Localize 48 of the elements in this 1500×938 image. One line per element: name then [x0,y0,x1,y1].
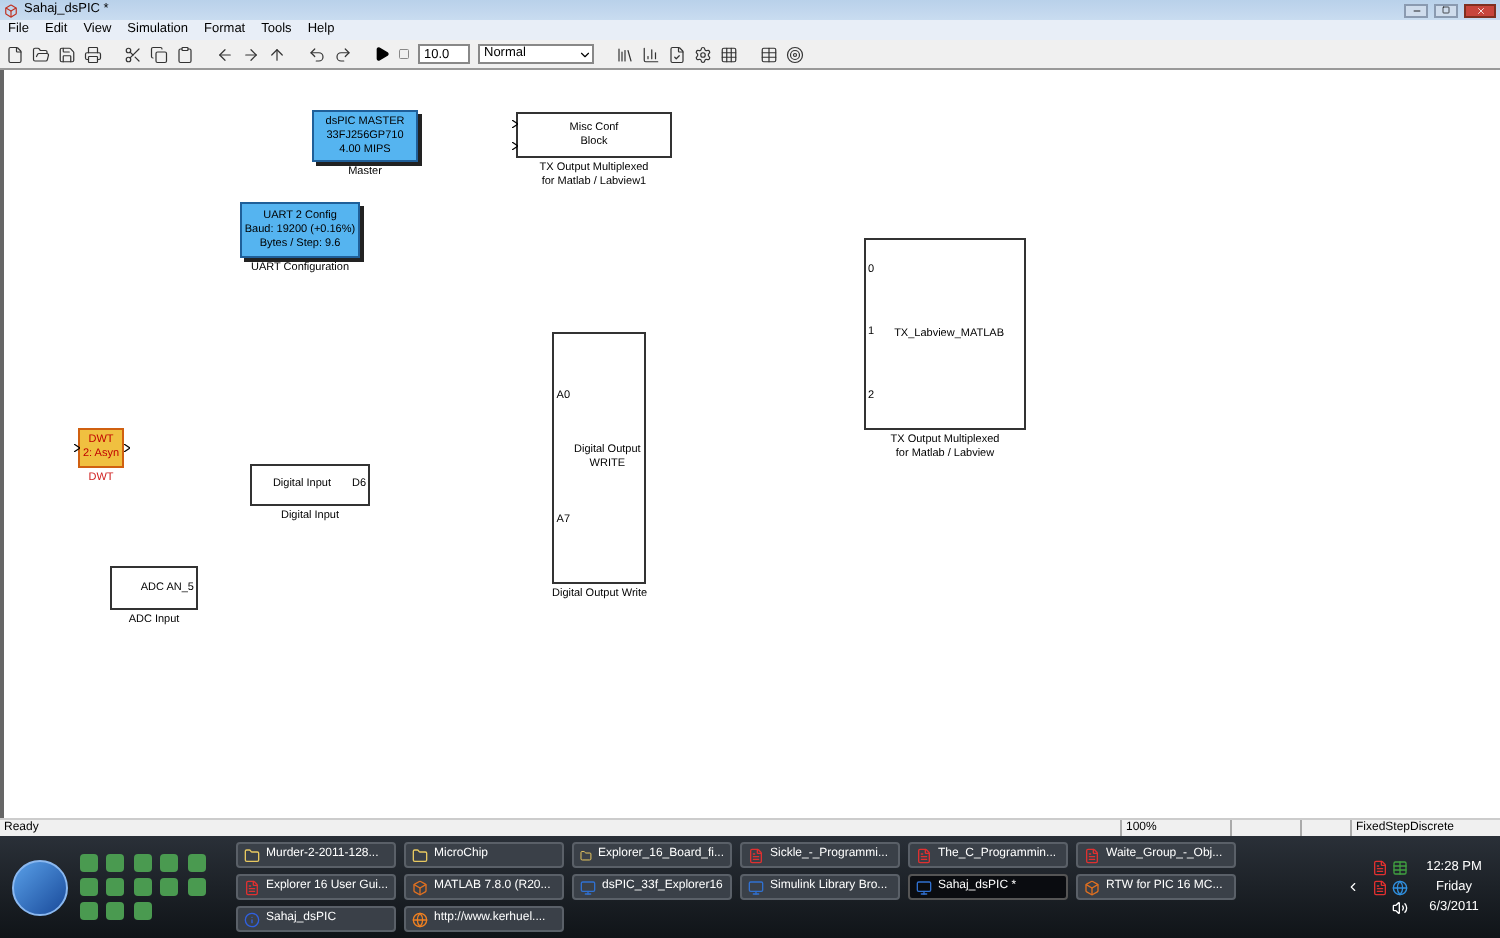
toolbar-icon[interactable] [760,45,778,63]
app-icon [580,879,596,895]
minimize-icon [1411,5,1421,15]
toolbar-icon[interactable] [786,45,804,63]
tray-icon[interactable] [1392,879,1408,895]
app-icon [412,879,428,895]
app-icon [244,879,260,895]
maximize-icon [1442,6,1450,14]
toolbar-icon[interactable] [150,45,168,63]
app-icon [1084,879,1100,895]
app-icon [580,847,592,863]
toolbar-icon[interactable] [642,45,660,63]
tray-icon[interactable] [1372,879,1388,895]
toolbar-icon[interactable] [616,45,634,63]
app-icon [412,847,428,863]
app-icon [1084,847,1100,863]
toolbar-icon[interactable] [720,45,738,63]
toolbar-icon[interactable] [216,45,234,63]
stop-icon[interactable] [398,48,410,60]
toolbar-icon[interactable] [84,45,102,63]
app-icon [4,3,18,17]
toolbar-icon[interactable] [668,45,686,63]
dropdown-caret-icon [578,47,592,61]
play-icon[interactable] [374,46,390,62]
tray-icon[interactable] [1372,859,1388,875]
toolbar-icon[interactable] [242,45,260,63]
app-icon [748,847,764,863]
minimize-button[interactable] [1404,3,1428,17]
toolbar-icon[interactable] [6,45,24,63]
app-icon [412,911,428,927]
app-icon [916,847,932,863]
toolbar-icon[interactable] [268,45,286,63]
app-icon [748,879,764,895]
start-button[interactable] [12,859,68,915]
app-icon [244,911,260,927]
toolbar-icon[interactable] [176,45,194,63]
show-hidden-icons[interactable] [1346,880,1360,894]
toolbar-icon[interactable] [334,45,352,63]
close-button[interactable] [1464,3,1496,17]
toolbar-icon[interactable] [308,45,326,63]
toolbar-icon[interactable] [32,45,50,63]
tray-icon[interactable] [1392,859,1408,875]
app-icon [916,879,932,895]
app-icon [244,847,260,863]
toolbar-icon[interactable] [124,45,142,63]
toolbar-icon[interactable] [694,45,712,63]
volume-icon[interactable] [1392,899,1408,915]
toolbar-icon[interactable] [58,45,76,63]
